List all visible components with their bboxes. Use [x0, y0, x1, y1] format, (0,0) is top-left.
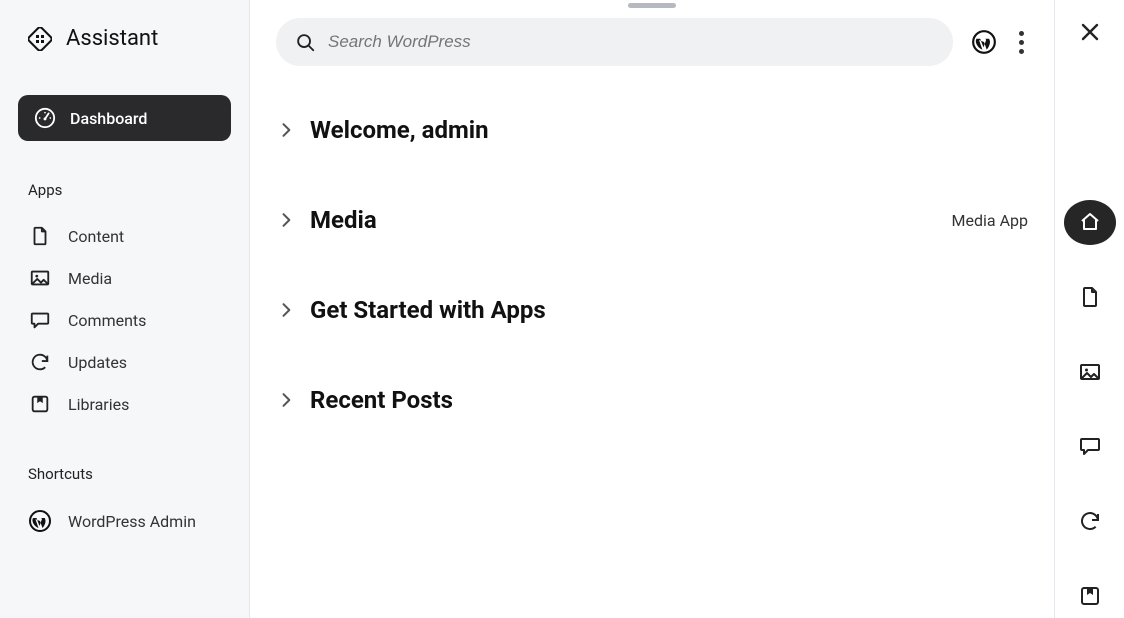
dashboard-icon: [34, 107, 56, 129]
sidebar-item-content[interactable]: Content: [18, 215, 231, 257]
brand-title: Assistant: [66, 26, 158, 51]
comment-icon: [28, 309, 52, 331]
image-icon: [28, 267, 52, 289]
sidebar-item-media[interactable]: Media: [18, 257, 231, 299]
nav-dashboard[interactable]: Dashboard: [18, 95, 231, 141]
chevron-right-icon: [276, 300, 296, 320]
sync-icon: [28, 351, 52, 373]
rail-media[interactable]: [1064, 349, 1116, 394]
main-content: Welcome, admin Media Media App Get Start…: [250, 0, 1054, 618]
topbar: [276, 18, 1028, 66]
section-title: Recent Posts: [310, 386, 453, 414]
wordpress-icon[interactable]: [971, 29, 997, 55]
document-icon: [28, 225, 52, 247]
sidebar-item-label: Libraries: [68, 395, 221, 414]
search-icon: [294, 31, 316, 53]
sidebar-item-label: Media: [68, 269, 221, 288]
bookmark-folder-icon: [28, 393, 52, 415]
right-rail: [1054, 0, 1124, 618]
section-media[interactable]: Media Media App: [276, 190, 1028, 250]
rail-updates[interactable]: [1064, 499, 1116, 544]
close-icon[interactable]: [1078, 20, 1102, 44]
comment-icon: [1078, 434, 1102, 458]
home-icon: [1078, 210, 1102, 234]
sidebar-item-label: Comments: [68, 311, 221, 330]
chevron-right-icon: [276, 390, 296, 410]
sidebar-item-label: WordPress Admin: [68, 512, 221, 531]
section-recentposts[interactable]: Recent Posts: [276, 370, 1028, 430]
search-input[interactable]: [328, 32, 935, 52]
search-input-container[interactable]: [276, 18, 953, 66]
sync-icon: [1078, 509, 1102, 533]
sidebar-item-updates[interactable]: Updates: [18, 341, 231, 383]
shortcuts-section-label: Shortcuts: [18, 465, 231, 483]
rail-comments[interactable]: [1064, 424, 1116, 469]
brand: Assistant: [18, 26, 231, 51]
section-title: Media: [310, 206, 377, 234]
sidebar-item-label: Updates: [68, 353, 221, 372]
sidebar-item-label: Content: [68, 227, 221, 246]
section-getstarted[interactable]: Get Started with Apps: [276, 280, 1028, 340]
apps-section-label: Apps: [18, 181, 231, 199]
rail-libraries[interactable]: [1064, 573, 1116, 618]
section-title: Welcome, admin: [310, 116, 489, 144]
chevron-right-icon: [276, 120, 296, 140]
drag-handle[interactable]: [628, 3, 676, 8]
section-title: Get Started with Apps: [310, 296, 546, 324]
assistant-icon: [28, 27, 52, 51]
section-welcome[interactable]: Welcome, admin: [276, 100, 1028, 160]
document-icon: [1078, 285, 1102, 309]
wordpress-icon: [28, 509, 52, 533]
rail-home[interactable]: [1064, 200, 1116, 245]
rail-content[interactable]: [1064, 275, 1116, 320]
section-trailing-link[interactable]: Media App: [952, 211, 1028, 230]
image-icon: [1078, 360, 1102, 384]
bookmark-folder-icon: [1078, 584, 1102, 608]
more-vertical-icon[interactable]: [1015, 27, 1028, 58]
chevron-right-icon: [276, 210, 296, 230]
sidebar-item-libraries[interactable]: Libraries: [18, 383, 231, 425]
sidebar: Assistant Dashboard Apps Content Media C…: [0, 0, 250, 618]
nav-dashboard-label: Dashboard: [70, 109, 147, 128]
sidebar-shortcut-wpadmin[interactable]: WordPress Admin: [18, 499, 231, 543]
sidebar-item-comments[interactable]: Comments: [18, 299, 231, 341]
